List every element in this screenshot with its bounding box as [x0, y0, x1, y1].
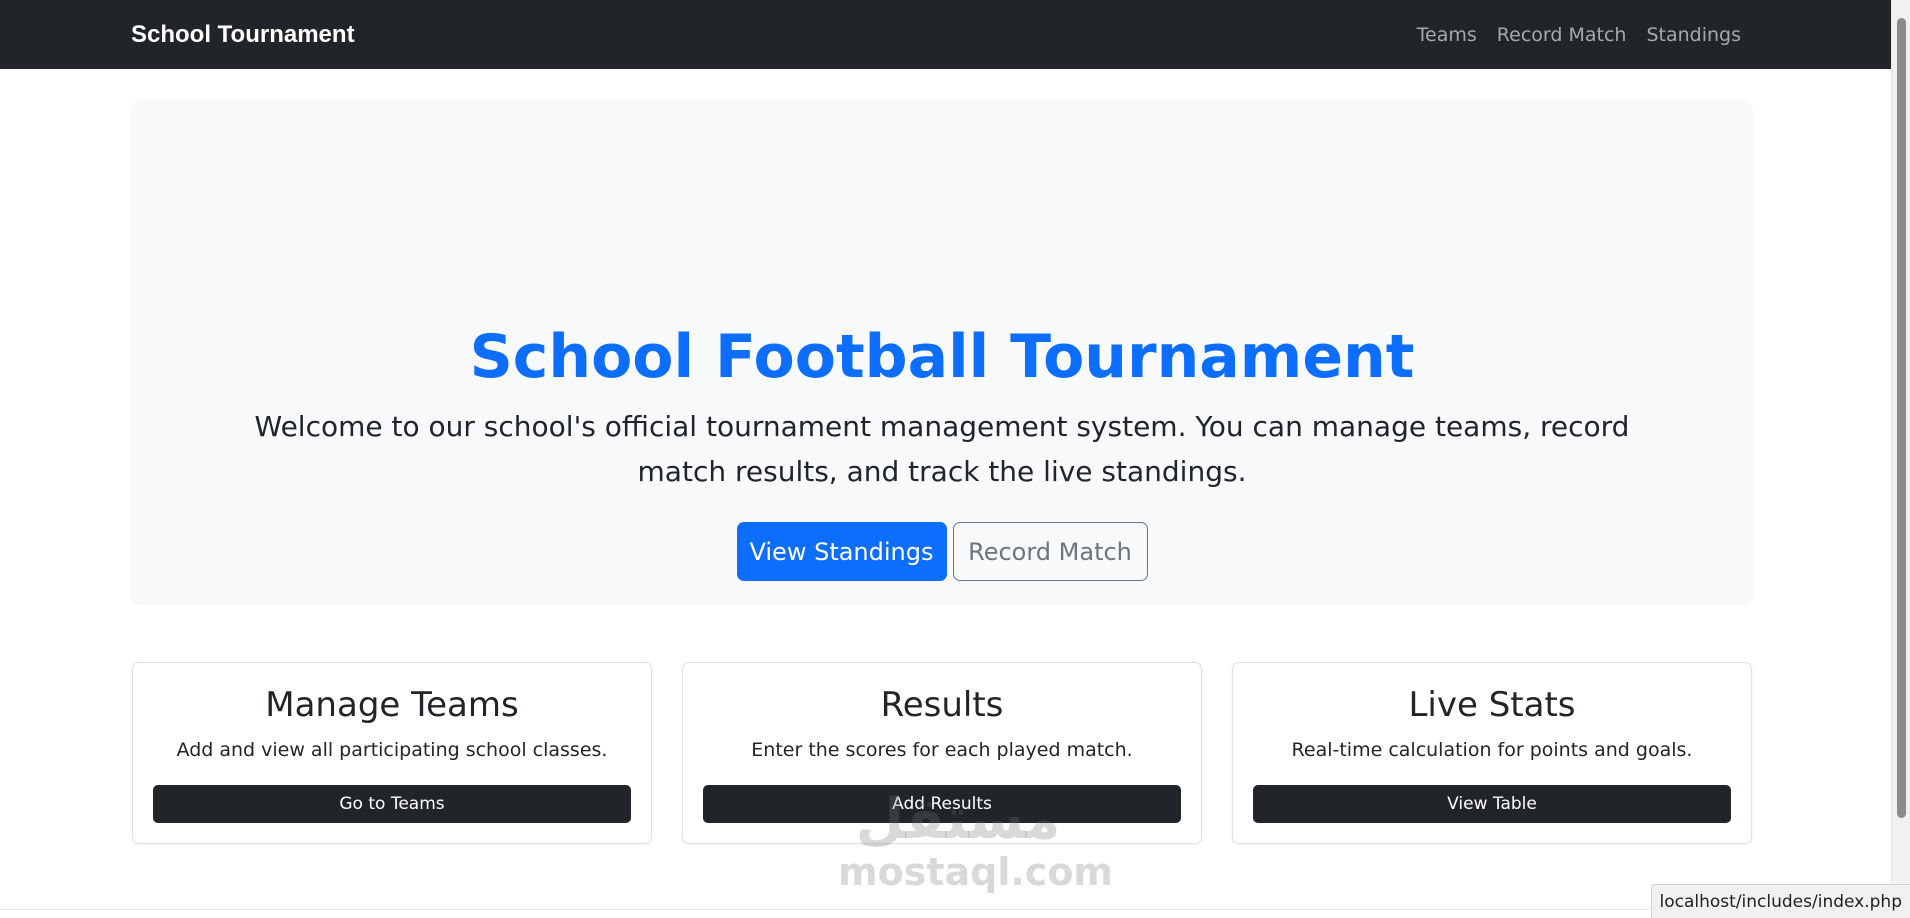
card-live-stats: Live Stats Real-time calculation for poi…: [1232, 662, 1752, 844]
card-text: Real-time calculation for points and goa…: [1291, 739, 1693, 761]
nav-link-teams[interactable]: Teams: [1417, 24, 1477, 46]
card-text: Enter the scores for each played match.: [751, 739, 1133, 761]
scrollbar-thumb[interactable]: [1897, 18, 1906, 818]
record-match-button[interactable]: Record Match: [952, 522, 1148, 581]
card-title: Live Stats: [1408, 685, 1576, 725]
watermark: مستقل mostaql.com: [838, 787, 1114, 900]
card-manage-teams: Manage Teams Add and view all participat…: [132, 662, 652, 844]
nav-link-standings[interactable]: Standings: [1646, 24, 1741, 46]
watermark-arabic: مستقل: [855, 787, 1061, 852]
hero-buttons: View Standings Record Match: [132, 522, 1752, 581]
vertical-scrollbar[interactable]: [1891, 0, 1910, 918]
nav-link-record-match[interactable]: Record Match: [1497, 24, 1627, 46]
status-url-bar: localhost/includes/index.php: [1650, 884, 1910, 918]
navbar-brand[interactable]: School Tournament: [131, 21, 355, 49]
view-standings-button[interactable]: View Standings: [736, 522, 947, 581]
hero-section: School Football Tournament Welcome to ou…: [132, 100, 1752, 602]
hero-title: School Football Tournament: [469, 322, 1415, 392]
bottom-divider: [0, 909, 1891, 910]
hero-description: Welcome to our school's official tournam…: [254, 410, 1630, 488]
go-to-teams-button[interactable]: Go to Teams: [153, 785, 631, 823]
nav-links: Teams Record Match Standings: [1417, 24, 1741, 46]
top-navbar: School Tournament Teams Record Match Sta…: [0, 0, 1891, 69]
view-table-button[interactable]: View Table: [1253, 785, 1731, 823]
card-title: Manage Teams: [265, 685, 519, 725]
card-text: Add and view all participating school cl…: [176, 739, 608, 761]
watermark-latin: mostaql.com: [838, 850, 1114, 894]
card-title: Results: [880, 685, 1004, 725]
